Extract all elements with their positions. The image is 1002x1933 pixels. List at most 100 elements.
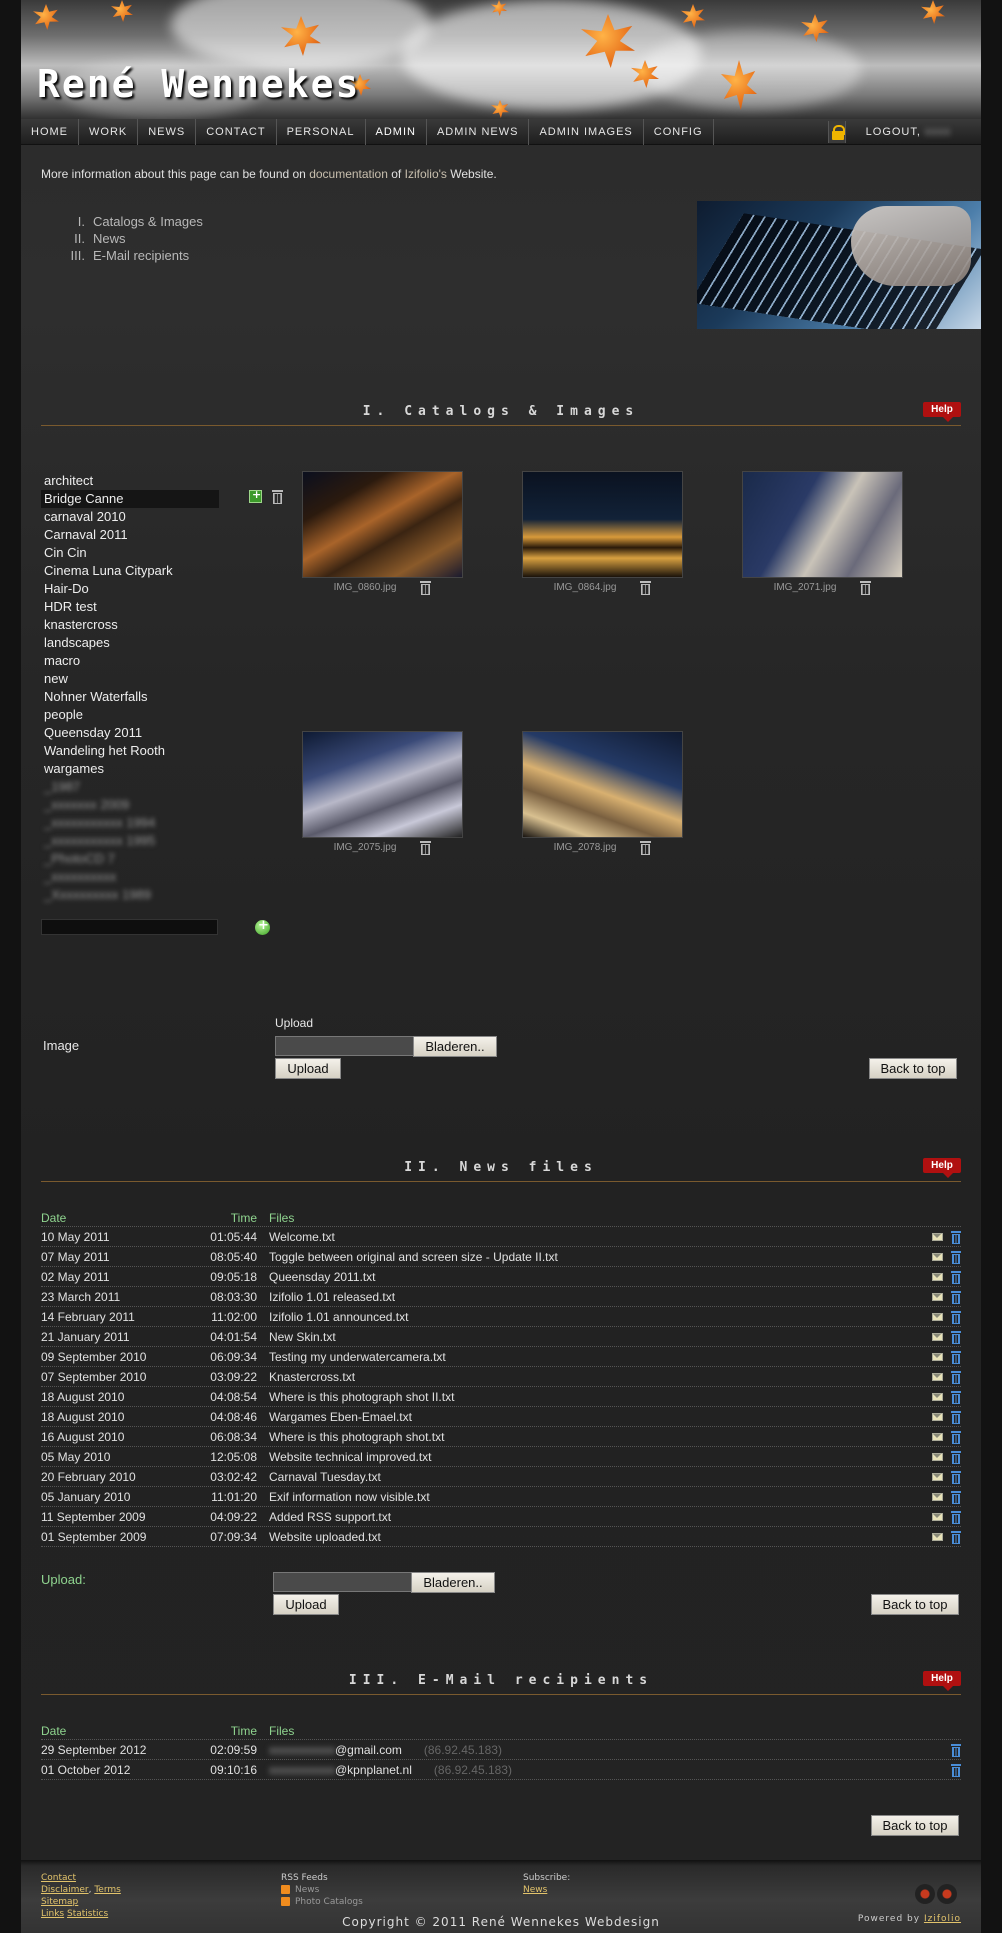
news-file[interactable]: Toggle between original and screen size … [257,1250,923,1264]
mail-icon[interactable] [932,1472,943,1481]
delete-image-icon[interactable] [420,841,432,855]
mail-icon[interactable] [932,1272,943,1281]
thumbnail-image[interactable] [742,471,903,578]
delete-icon[interactable] [951,1370,961,1384]
help-button[interactable]: Help [923,402,961,422]
news-file[interactable]: Izifolio 1.01 released.txt [257,1290,923,1304]
delete-icon[interactable] [951,1430,961,1444]
catalog-item-redacted[interactable]: _1987 [41,778,219,796]
mail-icon[interactable] [932,1232,943,1241]
catalog-item[interactable]: Cinema Luna Citypark [41,562,219,580]
catalog-item[interactable]: Cin Cin [41,544,219,562]
image-thumbnail[interactable]: IMG_2075.jpg [302,731,463,855]
back-to-top-button[interactable]: Back to top [869,1058,957,1079]
nav-news[interactable]: NEWS [138,119,197,145]
news-file[interactable]: Website technical improved.txt [257,1450,923,1464]
back-to-top-button[interactable]: Back to top [871,1815,959,1836]
izifolio-link[interactable]: Izifolio's [405,167,447,181]
thumbnail-image[interactable] [302,731,463,838]
mail-icon[interactable] [932,1432,943,1441]
mail-icon[interactable] [932,1412,943,1421]
mail-icon[interactable] [932,1352,943,1361]
news-file[interactable]: Where is this photograph shot.txt [257,1430,923,1444]
catalog-item[interactable]: wargames [41,760,219,778]
delete-catalog-icon[interactable] [272,490,283,504]
news-file[interactable]: Added RSS support.txt [257,1510,923,1524]
mail-icon[interactable] [932,1292,943,1301]
catalog-item[interactable]: HDR test [41,598,219,616]
delete-icon[interactable] [951,1743,961,1757]
news-file[interactable]: Website uploaded.txt [257,1530,923,1544]
delete-icon[interactable] [951,1450,961,1464]
catalog-item-redacted[interactable]: _xxxxxxxxxxx 1995 [41,832,219,850]
catalog-item[interactable]: carnaval 2010 [41,508,219,526]
image-thumbnail[interactable]: IMG_0860.jpg [302,471,463,595]
catalog-item-redacted[interactable]: _Xxxxxxxxxx 1989 [41,886,219,904]
nav-admin-news[interactable]: ADMIN NEWS [427,119,530,145]
toc-item[interactable]: II. News [61,231,203,248]
mail-icon[interactable] [932,1532,943,1541]
mail-icon[interactable] [932,1252,943,1261]
thumbnail-image[interactable] [522,731,683,838]
catalog-item-redacted[interactable]: _xxxxxxxxxx [41,868,219,886]
nav-home[interactable]: HOME [21,119,79,145]
catalog-item-selected[interactable]: Bridge Canne [41,490,219,508]
news-upload-button[interactable]: Upload [273,1594,339,1615]
nav-personal[interactable]: PERSONAL [277,119,366,145]
delete-image-icon[interactable] [640,841,652,855]
news-file[interactable]: New Skin.txt [257,1330,923,1344]
delete-icon[interactable] [951,1270,961,1284]
news-file[interactable]: Welcome.txt [257,1230,923,1244]
subscribe-news-link[interactable]: News [523,1885,547,1895]
delete-image-icon[interactable] [860,581,872,595]
new-catalog-input[interactable] [41,919,218,935]
catalog-item[interactable]: macro [41,652,219,670]
delete-icon[interactable] [951,1410,961,1424]
footer-link-sitemap[interactable]: Sitemap [41,1897,78,1907]
news-file-input[interactable] [273,1572,414,1592]
news-file[interactable]: Carnaval Tuesday.txt [257,1470,923,1484]
delete-icon[interactable] [951,1470,961,1484]
image-browse-button[interactable]: Bladeren.. [413,1036,497,1057]
catalog-item[interactable]: architect [41,472,219,490]
delete-icon[interactable] [951,1290,961,1304]
logout-link[interactable]: LOGOUT, [866,126,921,138]
mail-icon[interactable] [932,1452,943,1461]
catalog-item-redacted[interactable]: _xxxxxxxxxxx 1994 [41,814,219,832]
catalog-item[interactable]: knastercross [41,616,219,634]
news-file[interactable]: Wargames Eben-Emael.txt [257,1410,923,1424]
delete-icon[interactable] [951,1490,961,1504]
catalog-item[interactable]: Nohner Waterfalls [41,688,219,706]
delete-icon[interactable] [951,1350,961,1364]
news-file[interactable]: Izifolio 1.01 announced.txt [257,1310,923,1324]
delete-icon[interactable] [951,1250,961,1264]
catalog-item[interactable]: landscapes [41,634,219,652]
footer-link-contact[interactable]: Contact [41,1873,76,1883]
catalog-item[interactable]: Hair-Do [41,580,219,598]
mail-icon[interactable] [932,1332,943,1341]
site-title[interactable]: René Wennekes [37,62,360,106]
delete-image-icon[interactable] [640,581,652,595]
footer-link-disclaimer[interactable]: Disclaimer [41,1885,89,1895]
news-file[interactable]: Exif information now visible.txt [257,1490,923,1504]
mail-icon[interactable] [932,1512,943,1521]
news-file[interactable]: Knastercross.txt [257,1370,923,1384]
rss-news-link[interactable]: News [295,1885,319,1895]
documentation-link[interactable]: documentation [309,167,388,181]
news-file[interactable]: Testing my underwatercamera.txt [257,1350,923,1364]
image-thumbnail[interactable]: IMG_2071.jpg [742,471,903,595]
news-file[interactable]: Where is this photograph shot II.txt [257,1390,923,1404]
catalog-item[interactable]: Carnaval 2011 [41,526,219,544]
mail-icon[interactable] [932,1372,943,1381]
nav-config[interactable]: CONFIG [644,119,714,145]
toc-label[interactable]: Catalogs & Images [93,214,203,231]
nav-admin-images[interactable]: ADMIN IMAGES [529,119,644,145]
catalog-item[interactable]: people [41,706,219,724]
help-button[interactable]: Help [923,1158,961,1178]
delete-icon[interactable] [951,1230,961,1244]
catalog-item-redacted[interactable]: _xxxxxxx 2009 [41,796,219,814]
image-thumbnail[interactable]: IMG_0864.jpg [522,471,683,595]
image-thumbnail[interactable]: IMG_2078.jpg [522,731,683,855]
delete-icon[interactable] [951,1763,961,1777]
nav-admin[interactable]: ADMIN [366,119,427,145]
